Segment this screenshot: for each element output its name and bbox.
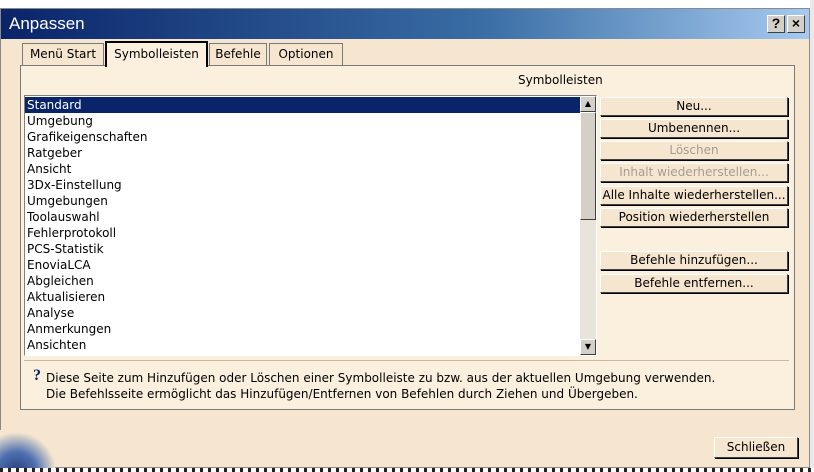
add-commands-button[interactable]: Befehle hinzufügen... — [600, 251, 788, 270]
tab-symbolleisten[interactable]: Symbolleisten — [105, 41, 208, 67]
list-item[interactable]: EnoviaLCA — [25, 257, 580, 273]
list-item[interactable]: Fehlerprotokoll — [25, 225, 580, 241]
list-item[interactable]: Umgebung — [25, 113, 580, 129]
list-item[interactable]: Aktualisieren — [25, 289, 580, 305]
restore-all-contents-button[interactable]: Alle Inhalte wiederherstellen... — [600, 186, 788, 205]
list-item[interactable]: Grafikeigenschaften — [25, 129, 580, 145]
info-text-line2: Die Befehlsseite ermöglicht das Hinzufüg… — [46, 387, 638, 401]
list-item[interactable]: Ansicht — [25, 161, 580, 177]
scroll-down-button[interactable]: ▼ — [580, 339, 596, 355]
help-icon: ? — [771, 15, 781, 31]
arrow-down-icon: ▼ — [584, 342, 592, 351]
close-window-button[interactable]: × — [787, 15, 805, 33]
toolbar-list: Standard Umgebung Grafikeigenschaften Ratge… — [25, 97, 580, 353]
background-strip — [0, 468, 814, 472]
list-item[interactable]: 3Dx-Einstellung — [25, 177, 580, 193]
list-item[interactable]: PCS-Statistik — [25, 241, 580, 257]
new-button[interactable]: Neu... — [600, 97, 788, 116]
scroll-up-button[interactable]: ▲ — [580, 96, 596, 112]
list-item[interactable]: Toolauswahl — [25, 209, 580, 225]
delete-button[interactable]: Löschen — [600, 141, 788, 160]
list-item[interactable]: Ratgeber — [25, 145, 580, 161]
info-text-line1: Diese Seite zum Hinzufügen oder Löschen … — [46, 371, 716, 385]
list-item[interactable]: Ansichten — [25, 337, 580, 353]
list-item[interactable]: Standard — [25, 97, 580, 113]
close-button[interactable]: Schließen — [714, 437, 798, 458]
corner-logo — [0, 430, 55, 472]
tab-befehle[interactable]: Befehle — [209, 43, 267, 65]
restore-position-button[interactable]: Position wiederherstellen — [600, 208, 788, 227]
toolbar-listbox[interactable]: Standard Umgebung Grafikeigenschaften Ratge… — [24, 95, 597, 356]
restore-contents-button[interactable]: Inhalt wiederherstellen... — [600, 163, 788, 182]
window-title: Anpassen — [9, 14, 85, 33]
list-item[interactable]: Anmerkungen — [25, 321, 580, 337]
list-item[interactable]: Abgleichen — [25, 273, 580, 289]
list-item[interactable]: Analyse — [25, 305, 580, 321]
tab-menue-start[interactable]: Menü Start — [22, 43, 104, 65]
remove-commands-button[interactable]: Befehle entfernen... — [600, 274, 788, 293]
background-edge — [810, 0, 814, 472]
close-icon: × — [791, 15, 801, 31]
help-button[interactable]: ? — [767, 15, 785, 33]
rename-button[interactable]: Umbenennen... — [600, 119, 788, 138]
toolbar-list-label: Symbolleisten — [518, 73, 603, 87]
scroll-thumb[interactable] — [580, 112, 596, 220]
question-icon: ? — [33, 367, 41, 384]
list-scrollbar[interactable]: ▲ ▼ — [580, 96, 596, 355]
arrow-up-icon: ▲ — [584, 99, 592, 108]
list-item[interactable]: Umgebungen — [25, 193, 580, 209]
info-panel: ? Diese Seite zum Hinzufügen oder Lösche… — [24, 360, 789, 407]
title-bar[interactable]: Anpassen ? × — [1, 9, 809, 39]
tab-optionen[interactable]: Optionen — [269, 43, 343, 65]
